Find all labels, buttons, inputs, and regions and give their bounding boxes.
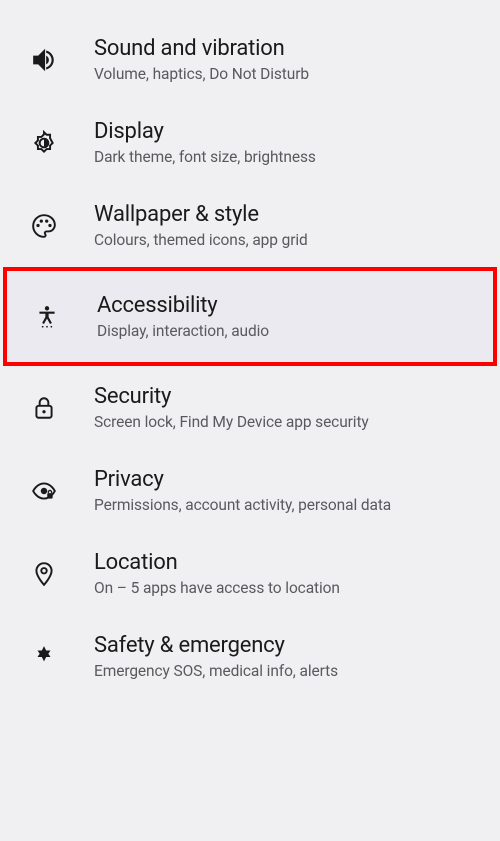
setting-item-wallpaper-style[interactable]: Wallpaper & style Colours, themed icons,… bbox=[0, 184, 500, 267]
setting-item-security[interactable]: Security Screen lock, Find My Device app… bbox=[0, 366, 500, 449]
palette-icon bbox=[30, 212, 58, 240]
setting-text-content: Safety & emergency Emergency SOS, medica… bbox=[94, 633, 480, 680]
location-icon bbox=[30, 560, 58, 588]
setting-subtitle: Colours, themed icons, app grid bbox=[94, 231, 480, 249]
setting-title: Accessibility bbox=[97, 293, 477, 318]
setting-text-content: Security Screen lock, Find My Device app… bbox=[94, 384, 480, 431]
setting-text-content: Location On – 5 apps have access to loca… bbox=[94, 550, 480, 597]
setting-item-accessibility[interactable]: Accessibility Display, interaction, audi… bbox=[3, 267, 497, 366]
settings-list: Sound and vibration Volume, haptics, Do … bbox=[0, 0, 500, 698]
setting-text-content: Wallpaper & style Colours, themed icons,… bbox=[94, 202, 480, 249]
setting-subtitle: Volume, haptics, Do Not Disturb bbox=[94, 65, 480, 83]
brightness-icon bbox=[30, 129, 58, 157]
accessibility-icon bbox=[33, 303, 61, 331]
setting-subtitle: Screen lock, Find My Device app security bbox=[94, 413, 480, 431]
medical-icon bbox=[30, 643, 58, 671]
setting-title: Wallpaper & style bbox=[94, 202, 480, 227]
setting-subtitle: Emergency SOS, medical info, alerts bbox=[94, 662, 480, 680]
setting-subtitle: Permissions, account activity, personal … bbox=[94, 496, 480, 514]
setting-title: Sound and vibration bbox=[94, 36, 480, 61]
setting-title: Security bbox=[94, 384, 480, 409]
setting-text-content: Sound and vibration Volume, haptics, Do … bbox=[94, 36, 480, 83]
setting-text-content: Privacy Permissions, account activity, p… bbox=[94, 467, 480, 514]
setting-item-safety-emergency[interactable]: Safety & emergency Emergency SOS, medica… bbox=[0, 615, 500, 698]
setting-subtitle: Display, interaction, audio bbox=[97, 322, 477, 340]
setting-text-content: Accessibility Display, interaction, audi… bbox=[97, 293, 477, 340]
privacy-icon bbox=[30, 477, 58, 505]
lock-icon bbox=[30, 394, 58, 422]
setting-item-privacy[interactable]: Privacy Permissions, account activity, p… bbox=[0, 449, 500, 532]
volume-icon bbox=[30, 46, 58, 74]
setting-subtitle: On – 5 apps have access to location bbox=[94, 579, 480, 597]
setting-item-sound-vibration[interactable]: Sound and vibration Volume, haptics, Do … bbox=[0, 18, 500, 101]
setting-text-content: Display Dark theme, font size, brightnes… bbox=[94, 119, 480, 166]
setting-subtitle: Dark theme, font size, brightness bbox=[94, 148, 480, 166]
setting-title: Safety & emergency bbox=[94, 633, 480, 658]
setting-title: Location bbox=[94, 550, 480, 575]
setting-item-display[interactable]: Display Dark theme, font size, brightnes… bbox=[0, 101, 500, 184]
setting-item-location[interactable]: Location On – 5 apps have access to loca… bbox=[0, 532, 500, 615]
setting-title: Privacy bbox=[94, 467, 480, 492]
setting-title: Display bbox=[94, 119, 480, 144]
